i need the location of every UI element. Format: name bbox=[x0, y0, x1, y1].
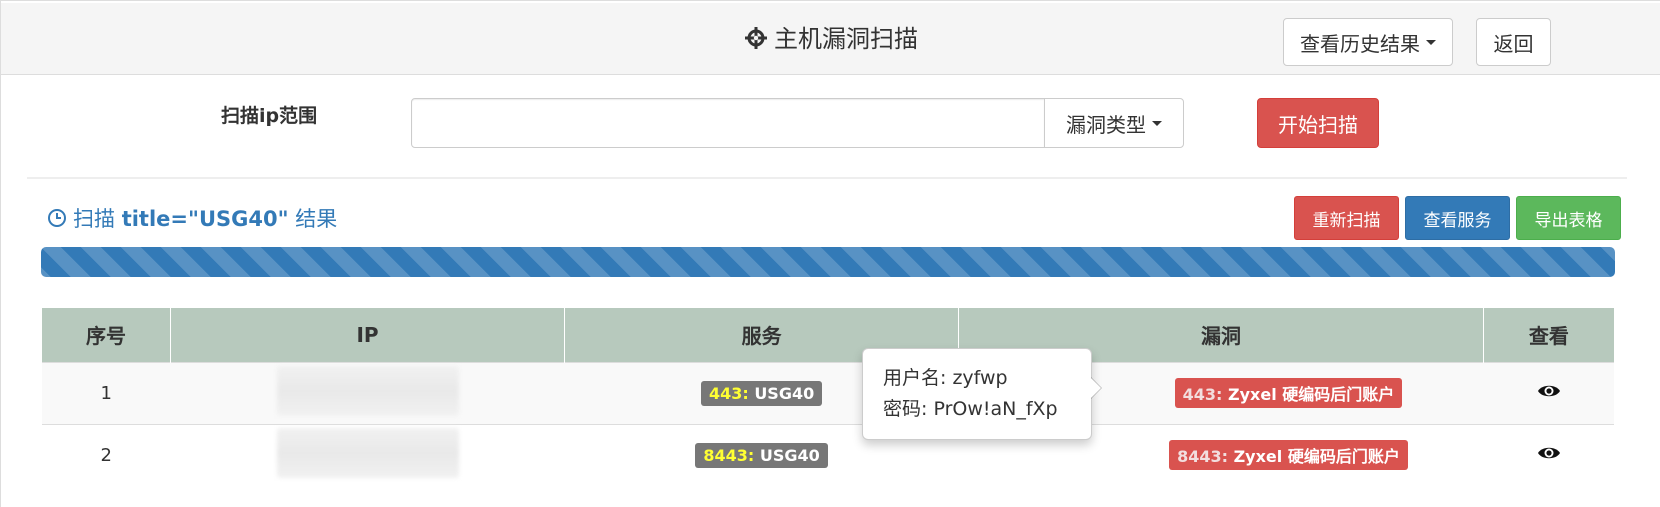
start-scan-button[interactable]: 开始扫描 bbox=[1257, 98, 1379, 148]
caret-down-icon bbox=[1152, 120, 1162, 126]
service-label[interactable]: 443: USG40 bbox=[700, 380, 823, 406]
scan-range-label: 扫描ip范围 bbox=[221, 105, 318, 127]
redacted-ip bbox=[276, 427, 459, 478]
service-name: USG40 bbox=[754, 383, 815, 403]
vuln-label[interactable]: 8443: Zyxel 硬编码后门账户 bbox=[1169, 440, 1408, 471]
row-ip bbox=[170, 423, 565, 486]
vuln-type-dropdown[interactable]: 漏洞类型 bbox=[1044, 98, 1184, 148]
divider bbox=[27, 177, 1627, 179]
popover-password: 密码: PrOw!aN_fXp bbox=[883, 398, 1058, 420]
header-view: 查看 bbox=[1482, 308, 1614, 362]
service-label[interactable]: 8443: USG40 bbox=[695, 442, 828, 468]
service-port: 8443: bbox=[703, 445, 755, 465]
table-header-row: 序号 IP 服务 漏洞 查看 bbox=[42, 308, 1614, 362]
page-title-text: 主机漏洞扫描 bbox=[774, 25, 918, 53]
table-row: 2 8443: USG40 8443: Zyxel 硬编码后门账户 bbox=[42, 423, 1614, 486]
progress-fill bbox=[41, 247, 1615, 277]
crosshair-icon bbox=[745, 27, 767, 49]
row-ip bbox=[170, 361, 565, 424]
panel-header: 主机漏洞扫描 查看历史结果 返回 bbox=[1, 3, 1660, 75]
history-results-label: 查看历史结果 bbox=[1300, 31, 1420, 56]
service-port: 443: bbox=[708, 383, 749, 403]
result-prefix: 扫描 bbox=[73, 207, 115, 231]
popover-arrow-inner bbox=[1091, 378, 1101, 398]
row-view bbox=[1483, 361, 1614, 424]
vuln-name: Zyxel 硬编码后门账户 bbox=[1228, 385, 1395, 404]
vuln-port: 8443: bbox=[1177, 447, 1228, 467]
back-label: 返回 bbox=[1493, 31, 1534, 56]
vuln-port: 443: bbox=[1182, 385, 1223, 404]
rescan-button[interactable]: 重新扫描 bbox=[1294, 196, 1399, 240]
clock-icon bbox=[48, 209, 66, 227]
row-index: 1 bbox=[42, 361, 171, 424]
row-view bbox=[1483, 423, 1614, 486]
row-index: 2 bbox=[42, 423, 171, 486]
vuln-label[interactable]: 443: Zyxel 硬编码后门账户 bbox=[1174, 378, 1403, 408]
header-ip: IP bbox=[170, 308, 565, 362]
vuln-name: Zyxel 硬编码后门账户 bbox=[1233, 447, 1400, 467]
table-row: 1 443: USG40 443: Zyxel 硬编码后门账户 bbox=[42, 361, 1614, 424]
popover-username: 用户名: zyfwp bbox=[883, 367, 1008, 389]
ip-range-input[interactable] bbox=[411, 98, 1045, 148]
result-suffix: 结果 bbox=[295, 207, 338, 231]
header-index: 序号 bbox=[42, 308, 171, 362]
history-results-button[interactable]: 查看历史结果 bbox=[1283, 18, 1453, 66]
results-table: 序号 IP 服务 漏洞 查看 1 443: USG40 443: Zyxel 硬… bbox=[42, 308, 1614, 486]
redacted-ip bbox=[276, 365, 459, 416]
caret-down-icon bbox=[1426, 39, 1436, 45]
eye-icon[interactable] bbox=[1537, 382, 1561, 400]
service-name: USG40 bbox=[759, 445, 820, 465]
result-title: 扫描 title="USG40" 结果 bbox=[47, 203, 337, 233]
eye-icon[interactable] bbox=[1537, 444, 1561, 462]
vuln-type-label: 漏洞类型 bbox=[1066, 112, 1146, 137]
back-button[interactable]: 返回 bbox=[1476, 18, 1551, 66]
scan-progress-bar bbox=[41, 247, 1615, 277]
scan-panel: 主机漏洞扫描 查看历史结果 返回 扫描ip范围 漏洞类型 开始扫描 扫描 tit… bbox=[0, 0, 1660, 507]
view-services-button[interactable]: 查看服务 bbox=[1405, 196, 1510, 240]
credentials-popover: 用户名: zyfwp 密码: PrOw!aN_fXp bbox=[862, 348, 1102, 440]
result-query: title="USG40" bbox=[121, 207, 289, 231]
export-table-button[interactable]: 导出表格 bbox=[1516, 196, 1621, 240]
